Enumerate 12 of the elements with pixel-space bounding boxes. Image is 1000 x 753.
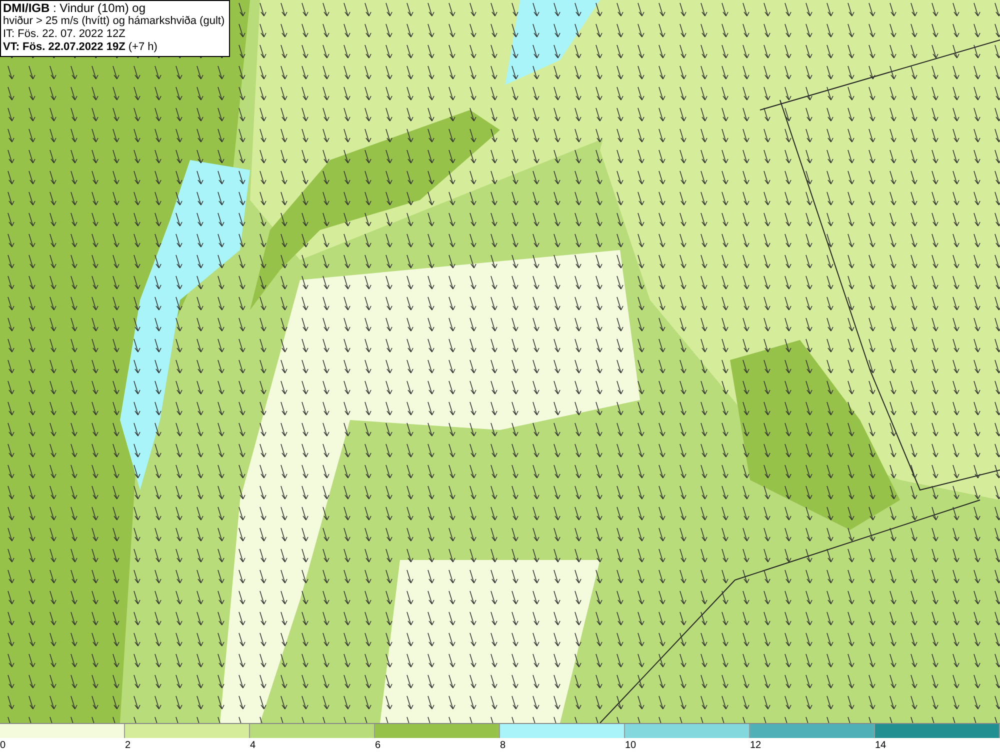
legend-tick-label: 0 <box>0 739 7 753</box>
info-text: VT: Fös. 22.07.2022 19Z (+7 h) <box>3 41 158 54</box>
legend-tick-label: 10 <box>625 739 638 753</box>
legend-tick-label: 4 <box>250 739 257 753</box>
info-text: DMI/IGB : Vindur (10m) og <box>3 2 146 15</box>
info-text: hviður > 25 m/s (hvítt) og hámarkshviða (gult) <box>3 15 225 28</box>
info-text: IT: Fös. 22. 07. 2022 12Z <box>3 28 126 41</box>
legend-tick-label: 6 <box>375 739 382 753</box>
legend-tick-label: 14 <box>875 739 888 753</box>
legend-tick-label: 12 <box>750 739 762 753</box>
legend-tick-label: 2 <box>125 739 132 753</box>
legend-tick-label: 8 <box>500 739 507 753</box>
